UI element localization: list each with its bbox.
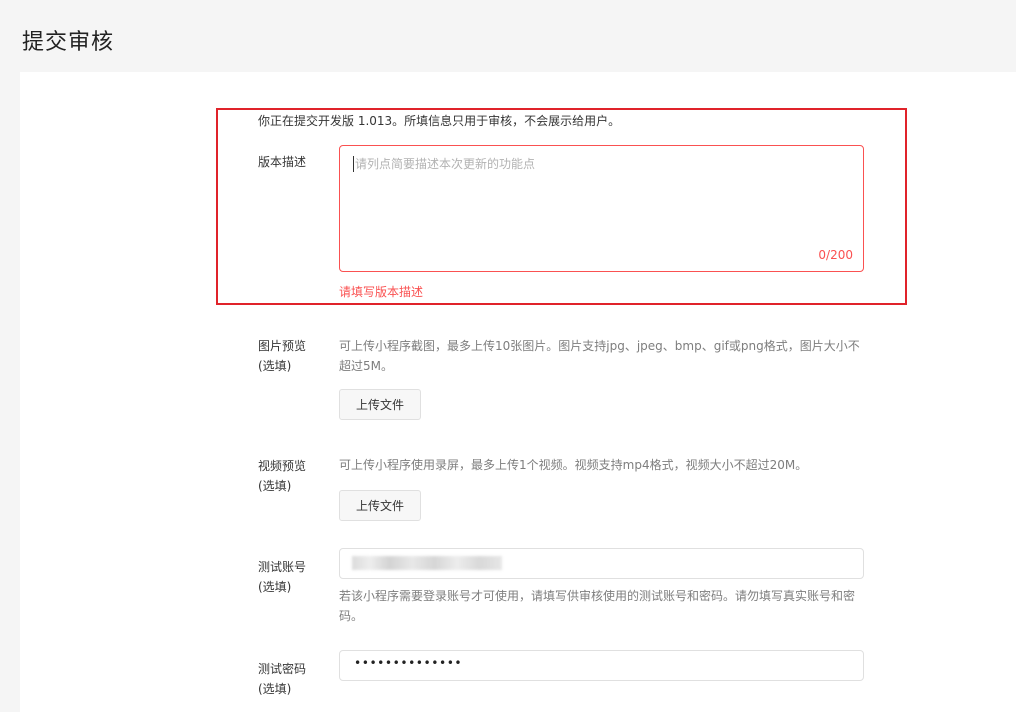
test-password-input[interactable]: ••••••••••••••: [339, 650, 864, 681]
redacted-account-value: [352, 556, 502, 570]
page-title: 提交审核: [22, 30, 115, 55]
video-preview-desc: 可上传小程序使用录屏，最多上传1个视频。视频支持mp4格式，视频大小不超过20M…: [339, 458, 808, 472]
image-preview-label: 图片预览 (选填): [258, 336, 306, 376]
video-preview-label-optional: (选填): [258, 479, 292, 493]
image-preview-desc: 可上传小程序截图，最多上传10张图片。图片支持jpg、jpeg、bmp、gif或…: [339, 339, 860, 373]
test-password-label-title: 测试密码: [258, 662, 307, 676]
image-preview-label-optional: (选填): [258, 359, 292, 373]
highlight-annotation-box: [216, 108, 907, 305]
test-password-label: 测试密码 (选填): [258, 659, 306, 699]
image-preview-label-title: 图片预览: [258, 339, 307, 353]
test-account-label: 测试账号 (选填): [258, 557, 306, 597]
video-upload-button[interactable]: 上传文件: [339, 490, 421, 521]
test-account-label-title: 测试账号: [258, 560, 307, 574]
test-password-label-optional: (选填): [258, 682, 292, 696]
video-preview-label-title: 视频预览: [258, 459, 307, 473]
test-account-input[interactable]: [339, 548, 864, 579]
test-account-desc: 若该小程序需要登录账号才可使用，请填写供审核使用的测试账号和密码。请勿填写真实账…: [339, 589, 856, 623]
test-account-label-optional: (选填): [258, 580, 292, 594]
password-mask: ••••••••••••••: [354, 656, 463, 670]
video-preview-label: 视频预览 (选填): [258, 456, 306, 496]
image-upload-button[interactable]: 上传文件: [339, 389, 421, 420]
